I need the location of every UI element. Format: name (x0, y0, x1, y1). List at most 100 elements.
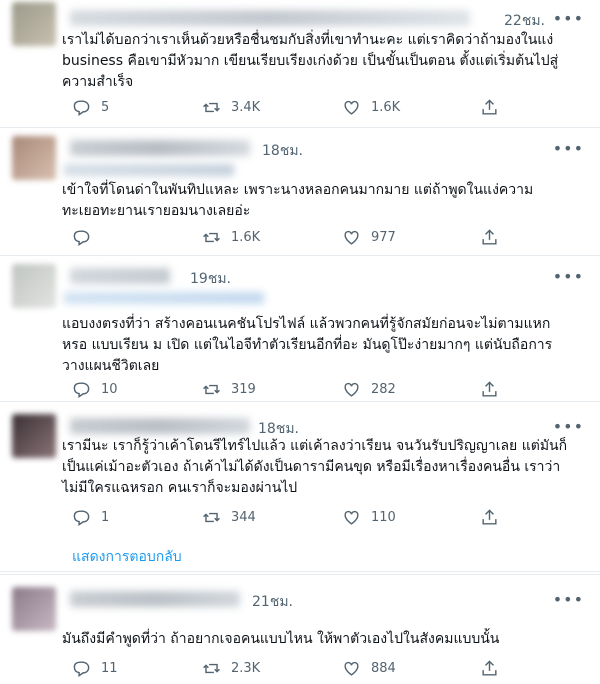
author-name[interactable] (70, 10, 470, 26)
like-count: 884 (371, 660, 396, 676)
reply-count: 1 (101, 509, 110, 525)
like-count: 282 (371, 381, 396, 397)
tweet-actions: 11 2.3K 884 (62, 657, 502, 679)
like-button[interactable]: 282 (342, 378, 396, 400)
more-icon[interactable]: ••• (553, 267, 584, 286)
author-name[interactable] (70, 268, 170, 284)
like-button[interactable]: 110 (342, 506, 396, 528)
like-icon (344, 510, 359, 525)
retweet-button[interactable]: 319 (202, 378, 256, 400)
share-icon (482, 98, 497, 115)
tweet-text-line: มันถึงมีคำพูดที่ว่า ถ้าอยากเจอคนแบบไหน ใ… (62, 631, 500, 647)
tweet-text: เรามีนะ เราก็รู้ว่าเค้าโดนรีไทร์ไปแล้ว แ… (62, 436, 570, 499)
tweet-text-line: แอบงงตรงที่ว่า สร้างคอนเนคชันโปรไฟล์ แล้… (62, 316, 551, 332)
share-button[interactable] (480, 96, 509, 118)
avatar[interactable] (12, 264, 56, 308)
retweet-count: 2.3K (231, 660, 261, 676)
retweet-icon (203, 102, 220, 112)
more-icon[interactable]: ••• (553, 590, 584, 609)
share-button[interactable] (480, 506, 509, 528)
avatar[interactable] (12, 136, 56, 180)
like-button[interactable]: 1.6K (342, 96, 400, 118)
like-icon (344, 382, 359, 397)
like-count: 110 (371, 509, 396, 525)
share-icon (482, 659, 497, 676)
like-button[interactable]: 977 (342, 226, 396, 248)
more-icon[interactable]: ••• (553, 9, 584, 28)
tweet-actions: 5 3.4K 1.6K (62, 96, 502, 118)
tweet-text-line: เข้าใจที่โดนด่าในพันทิปแหละ เพราะนางหลอก… (62, 182, 534, 198)
share-button[interactable] (480, 378, 509, 400)
timestamp[interactable]: 19ชม. (190, 268, 231, 290)
retweet-icon (203, 512, 220, 522)
retweet-icon (203, 384, 220, 394)
like-count: 1.6K (371, 99, 401, 115)
author-name[interactable] (70, 140, 250, 156)
share-icon (482, 508, 497, 525)
reply-button[interactable]: 1 (72, 506, 109, 528)
tweet-text-line: ความสำเร็จ (62, 74, 134, 90)
more-icon[interactable]: ••• (553, 417, 584, 436)
reply-button[interactable]: 11 (72, 657, 118, 679)
like-icon (344, 661, 359, 676)
timestamp[interactable]: 18ชม. (262, 140, 303, 162)
reply-icon (73, 229, 90, 246)
tweet-text-line: เราไม่ได้บอกว่าเราเห็นด้วยหรือชื่นชมกับส… (62, 32, 554, 48)
timestamp[interactable]: 22ชม. (504, 10, 545, 32)
retweet-button[interactable]: 2.3K (202, 657, 260, 679)
reply-icon (73, 660, 90, 677)
timestamp[interactable]: 21ชม. (252, 591, 293, 613)
tweet-1[interactable]: 22ชม. ••• เราไม่ได้บอกว่าเราเห็นด้วยหรือ… (0, 0, 600, 128)
tweet-text-line: ทะเยอทะยานเรายอมนางเลยอ่ะ (62, 203, 251, 219)
author-name[interactable] (70, 591, 240, 607)
share-button[interactable] (480, 657, 509, 679)
reply-button[interactable] (72, 226, 101, 248)
like-count: 977 (371, 229, 396, 245)
retweet-icon (203, 663, 220, 673)
retweet-count: 1.6K (231, 229, 261, 245)
author-handle[interactable] (64, 292, 264, 304)
tweet-actions: 10 319 282 (62, 378, 502, 400)
retweet-count: 344 (231, 509, 256, 525)
tweet-2[interactable]: 18ชม. ••• เข้าใจที่โดนด่าในพันทิปแหละ เพ… (0, 128, 600, 256)
reply-button[interactable]: 10 (72, 378, 118, 400)
tweet-text-line: เรามีนะ เราก็รู้ว่าเค้าโดนรีไทร์ไปแล้ว แ… (62, 438, 568, 454)
retweet-count: 319 (231, 381, 256, 397)
like-icon (344, 100, 359, 115)
reply-button[interactable]: 5 (72, 96, 109, 118)
tweet-3[interactable]: 19ชม. ••• แอบงงตรงที่ว่า สร้างคอนเนคชันโ… (0, 256, 600, 402)
avatar[interactable] (12, 2, 56, 46)
tweet-text: มันถึงมีคำพูดที่ว่า ถ้าอยากเจอคนแบบไหน ใ… (62, 629, 570, 650)
retweet-button[interactable]: 1.6K (202, 226, 260, 248)
tweet-5[interactable]: 21ชม. ••• มันถึงมีคำพูดที่ว่า ถ้าอยากเจอ… (0, 574, 600, 684)
reply-icon (73, 381, 90, 398)
show-replies-link[interactable]: แสดงการตอบกลับ (72, 546, 182, 568)
tweet-text: เข้าใจที่โดนด่าในพันทิปแหละ เพราะนางหลอก… (62, 180, 570, 222)
reply-icon (73, 509, 90, 526)
author-handle[interactable] (64, 164, 234, 176)
reply-count: 5 (101, 99, 110, 115)
more-icon[interactable]: ••• (553, 139, 584, 158)
retweet-button[interactable]: 3.4K (202, 96, 260, 118)
retweet-icon (203, 232, 220, 242)
like-icon (344, 230, 359, 245)
avatar[interactable] (12, 414, 56, 458)
tweet-text-line: วางแผนชีวิตเลย (62, 358, 160, 374)
like-button[interactable]: 884 (342, 657, 396, 679)
tweet-text-line: ไม่มีใครแฉหรอก คนเราก็จะมองผ่านไป (62, 480, 298, 496)
tweet-text-line: เป็นแค่เม้าอะตัวเอง ถ้าเค้าไม่ได้ดังเป็น… (62, 459, 561, 475)
tweet-actions: 1.6K 977 (62, 226, 502, 248)
retweet-button[interactable]: 344 (202, 506, 256, 528)
share-icon (482, 380, 497, 397)
avatar[interactable] (12, 587, 56, 631)
share-icon (482, 228, 497, 245)
retweet-count: 3.4K (231, 99, 261, 115)
tweet-text-line: หรอ แบบเรียน ม เปิด แต่ในไอจีทำตัวเรียนอ… (62, 337, 553, 353)
tweet-actions: 1 344 110 (62, 506, 502, 528)
share-button[interactable] (480, 226, 509, 248)
reply-count: 11 (101, 660, 118, 676)
reply-count: 10 (101, 381, 118, 397)
tweet-text: แอบงงตรงที่ว่า สร้างคอนเนคชันโปรไฟล์ แล้… (62, 314, 570, 377)
author-name[interactable] (70, 418, 250, 434)
tweet-text-line: business คือเขามีหัวมาก เขียนเรียบเรียงเ… (62, 53, 559, 69)
